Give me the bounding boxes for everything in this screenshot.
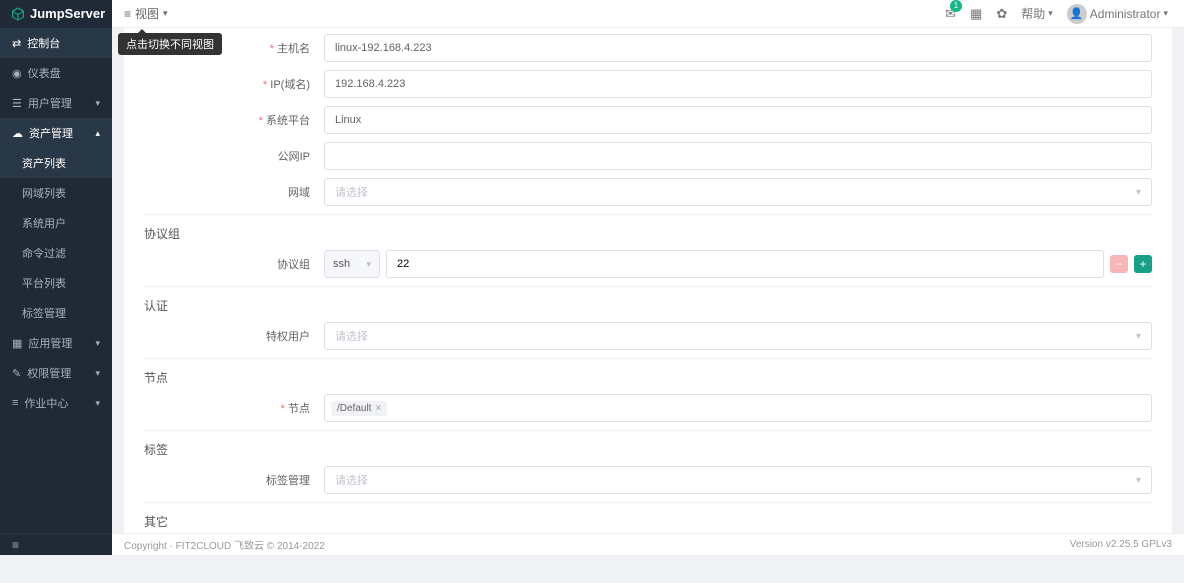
console-icon: ⇄ — [12, 37, 21, 50]
sidebar-item-users[interactable]: ☰用户管理▾ — [0, 88, 112, 118]
section-label: 标签 — [144, 430, 1152, 466]
chevron-down-icon: ▾ — [1136, 475, 1141, 486]
remove-tag-icon[interactable]: × — [375, 403, 381, 414]
main-content: 主机名 IP(域名) 系统平台 公网IP 网域 请选择▾ 协议组 协议组 ssh… — [112, 28, 1184, 533]
brand-text: JumpServer — [30, 6, 105, 21]
input-port[interactable] — [386, 250, 1104, 278]
user-dropdown[interactable]: 👤 Administrator ▾ — [1067, 4, 1168, 24]
input-ip[interactable] — [324, 70, 1152, 98]
collapse-icon: ≡ — [12, 538, 19, 552]
row-protocol: 协议组 ssh▾ − + — [144, 250, 1152, 278]
row-platform: 系统平台 — [144, 106, 1152, 134]
avatar: 👤 — [1067, 4, 1087, 24]
sidebar-sub-asset-list[interactable]: 资产列表 — [0, 148, 112, 178]
label-admin-user: 特权用户 — [144, 328, 324, 344]
row-hostname: 主机名 — [144, 34, 1152, 62]
users-icon: ☰ — [12, 97, 22, 110]
sidebar-collapse[interactable]: ≡ — [0, 533, 112, 555]
select-label[interactable]: 请选择▾ — [324, 466, 1152, 494]
row-ip: IP(域名) — [144, 70, 1152, 98]
grid-icon[interactable]: ▦ — [970, 6, 982, 22]
help-dropdown[interactable]: 帮助▾ — [1021, 5, 1053, 22]
row-node: 节点 /Default× — [144, 394, 1152, 422]
chevron-down-icon: ▾ — [163, 8, 168, 19]
label-domain: 网域 — [144, 184, 324, 200]
chevron-down-icon: ▾ — [95, 338, 100, 349]
version: Version v2.25.5 GPLv3 — [1070, 539, 1172, 550]
footer: Copyright · FIT2CLOUD 飞致云 © 2014-2022 Ve… — [112, 533, 1184, 555]
input-hostname[interactable] — [324, 34, 1152, 62]
section-auth: 认证 — [144, 286, 1152, 322]
input-publicip[interactable] — [324, 142, 1152, 170]
chevron-down-icon: ▾ — [95, 98, 100, 109]
chevron-down-icon: ▾ — [1163, 8, 1168, 19]
badge: 1 — [950, 0, 962, 12]
view-toggle[interactable]: ≡ 视图 ▾ 点击切换不同视图 — [124, 5, 168, 22]
row-label: 标签管理 请选择▾ — [144, 466, 1152, 494]
mail-icon[interactable]: ✉1 — [945, 6, 956, 22]
sidebar-sub-domain-list[interactable]: 网域列表 — [0, 178, 112, 208]
sidebar-item-perms[interactable]: ✎权限管理▾ — [0, 358, 112, 388]
sidebar-sub-cmd-filter[interactable]: 命令过滤 — [0, 238, 112, 268]
label-node: 节点 — [144, 400, 324, 416]
apps-icon: ▦ — [12, 337, 22, 350]
chevron-down-icon: ▾ — [95, 368, 100, 379]
chevron-up-icon: ▴ — [95, 128, 100, 139]
sidebar-item-assets[interactable]: ☁资产管理▴ — [0, 118, 112, 148]
sidebar: ⇄控制台 ◉仪表盘 ☰用户管理▾ ☁资产管理▴ 资产列表 网域列表 系统用户 命… — [0, 28, 112, 555]
sidebar-sub-label-mgmt[interactable]: 标签管理 — [0, 298, 112, 328]
node-tag: /Default× — [331, 401, 387, 416]
chevron-down-icon: ▾ — [1048, 8, 1053, 19]
tooltip: 点击切换不同视图 — [118, 33, 222, 55]
select-node[interactable]: /Default× — [324, 394, 1152, 422]
menu-icon: ≡ — [124, 7, 131, 21]
section-node: 节点 — [144, 358, 1152, 394]
select-domain[interactable]: 请选择▾ — [324, 178, 1152, 206]
sidebar-sub-system-user[interactable]: 系统用户 — [0, 208, 112, 238]
chevron-down-icon: ▾ — [366, 259, 371, 270]
select-protocol[interactable]: ssh▾ — [324, 250, 380, 278]
select-admin-user[interactable]: 请选择▾ — [324, 322, 1152, 350]
assets-icon: ☁ — [12, 127, 23, 140]
chevron-down-icon: ▾ — [1136, 187, 1141, 198]
label-platform: 系统平台 — [144, 112, 324, 128]
ops-icon: ≡ — [12, 397, 18, 409]
form-card: 主机名 IP(域名) 系统平台 公网IP 网域 请选择▾ 协议组 协议组 ssh… — [124, 28, 1172, 533]
chevron-down-icon: ▾ — [1136, 331, 1141, 342]
add-protocol-button[interactable]: + — [1134, 255, 1152, 273]
sidebar-item-dashboard[interactable]: ◉仪表盘 — [0, 58, 112, 88]
logo-icon — [10, 6, 26, 22]
row-publicip: 公网IP — [144, 142, 1152, 170]
sidebar-item-apps[interactable]: ▦应用管理▾ — [0, 328, 112, 358]
logo[interactable]: JumpServer — [0, 0, 112, 28]
dashboard-icon: ◉ — [12, 67, 22, 80]
input-platform[interactable] — [324, 106, 1152, 134]
topbar: JumpServer ≡ 视图 ▾ 点击切换不同视图 ✉1 ▦ ✿ 帮助▾ 👤 … — [0, 0, 1184, 28]
label-publicip: 公网IP — [144, 148, 324, 164]
section-other: 其它 — [144, 502, 1152, 533]
label-protocol: 协议组 — [144, 256, 324, 272]
copyright: Copyright · FIT2CLOUD 飞致云 © 2014-2022 — [124, 537, 325, 552]
topbar-right: ✉1 ▦ ✿ 帮助▾ 👤 Administrator ▾ — [945, 4, 1184, 24]
label-label: 标签管理 — [144, 472, 324, 488]
gear-icon[interactable]: ✿ — [996, 6, 1007, 22]
section-protocol: 协议组 — [144, 214, 1152, 250]
sidebar-item-ops[interactable]: ≡作业中心▾ — [0, 388, 112, 418]
sidebar-console[interactable]: ⇄控制台 — [0, 28, 112, 58]
label-ip: IP(域名) — [144, 76, 324, 92]
sidebar-sub-platform-list[interactable]: 平台列表 — [0, 268, 112, 298]
remove-protocol-button[interactable]: − — [1110, 255, 1128, 273]
row-admin-user: 特权用户 请选择▾ — [144, 322, 1152, 350]
chevron-down-icon: ▾ — [95, 398, 100, 409]
row-domain: 网域 请选择▾ — [144, 178, 1152, 206]
perms-icon: ✎ — [12, 367, 21, 380]
